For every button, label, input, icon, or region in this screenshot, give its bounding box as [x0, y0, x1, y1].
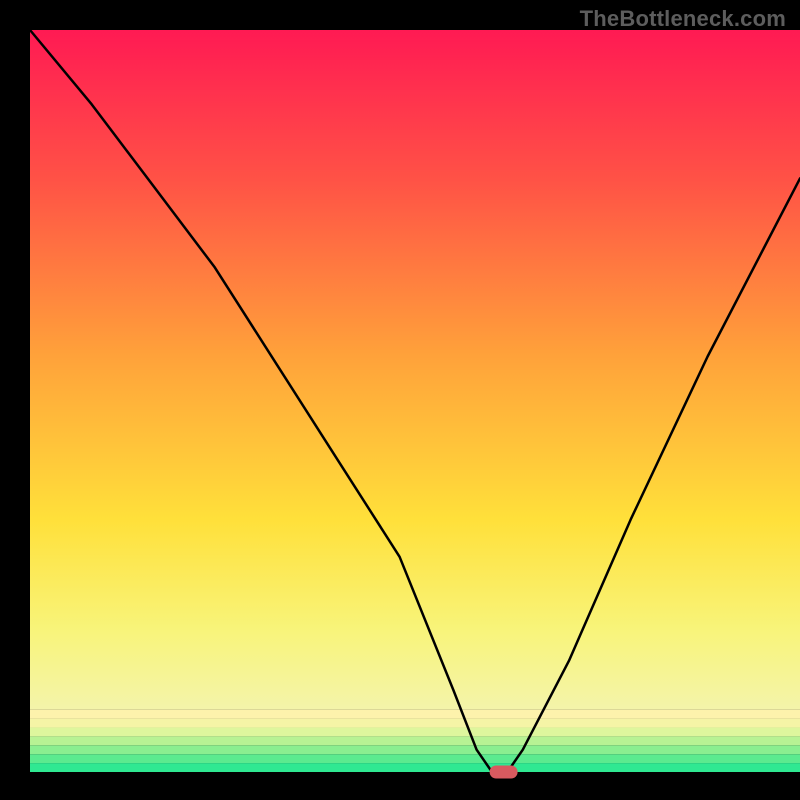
bottom-band: [30, 710, 800, 719]
gradient-background: [30, 30, 800, 710]
bottom-band: [30, 754, 800, 763]
bottom-band: [30, 727, 800, 736]
bottom-band: [30, 736, 800, 745]
optimal-marker: [490, 766, 518, 779]
bottleneck-chart: [0, 0, 800, 800]
bottom-band: [30, 763, 800, 772]
bottom-band: [30, 719, 800, 728]
bottom-band: [30, 745, 800, 754]
chart-frame: TheBottleneck.com: [0, 0, 800, 800]
